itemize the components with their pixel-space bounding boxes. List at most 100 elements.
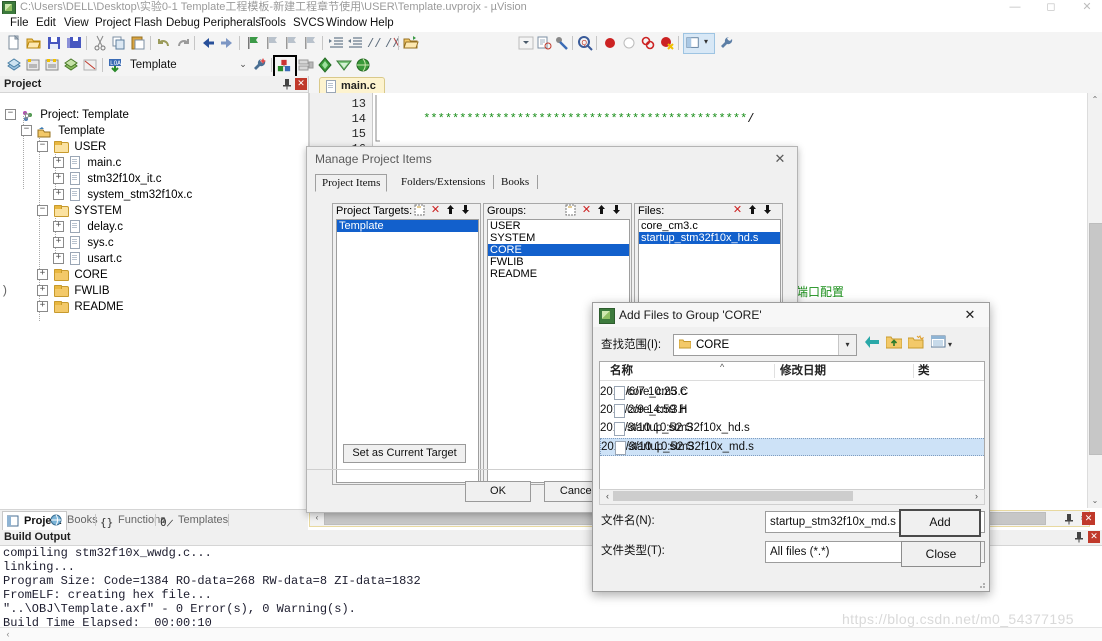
close-icon[interactable]: ✕ xyxy=(953,305,987,325)
menu-help[interactable]: Help xyxy=(363,14,401,32)
expander-icon[interactable]: − xyxy=(5,109,16,121)
pin-icon[interactable] xyxy=(1073,531,1085,543)
file-row-selected[interactable]: startup_stm32f10x_md.s 2011/3/10 10:52 S xyxy=(600,438,984,456)
move-up-icon[interactable] xyxy=(444,204,457,217)
pin-icon[interactable] xyxy=(281,78,293,90)
translate-icon[interactable] xyxy=(6,57,22,73)
target-select-value[interactable]: Template xyxy=(130,56,177,74)
undo-icon[interactable] xyxy=(156,35,172,51)
bookmark-toggle-icon[interactable] xyxy=(245,35,261,51)
comment-icon[interactable]: // xyxy=(366,35,382,51)
column-type[interactable]: 类 xyxy=(918,362,930,380)
move-down-icon[interactable] xyxy=(459,204,472,217)
move-up-icon[interactable] xyxy=(595,204,608,217)
copy-icon[interactable] xyxy=(111,35,127,51)
tree-item-user[interactable]: − USER xyxy=(37,140,106,155)
breakpoint-clear-icon[interactable] xyxy=(640,35,656,51)
file-row[interactable]: core_cm3.c 2010/6/7 10:25 C xyxy=(600,384,984,400)
column-date-modified[interactable]: 修改日期 xyxy=(780,362,826,380)
breakpoint-kill-icon[interactable] xyxy=(659,35,675,51)
expander-icon[interactable]: + xyxy=(53,173,64,185)
close-button[interactable]: Close xyxy=(901,541,981,567)
list-item[interactable]: SYSTEM xyxy=(488,232,629,244)
debug-settings-icon[interactable] xyxy=(554,35,570,51)
navigate-forward-icon[interactable] xyxy=(219,35,235,51)
stop-build-icon[interactable] xyxy=(82,57,98,73)
close-icon[interactable]: ✕ xyxy=(1082,512,1095,525)
minimize-button[interactable]: — xyxy=(1000,0,1030,14)
scroll-left-button[interactable]: ‹ xyxy=(602,490,613,502)
close-button[interactable]: ✕ xyxy=(1072,0,1102,14)
expander-icon[interactable]: + xyxy=(53,221,64,233)
list-item[interactable]: startup_stm32f10x_hd.s xyxy=(639,232,780,244)
tab-project-items[interactable]: Project Items xyxy=(315,174,388,192)
delete-icon[interactable]: ✕ xyxy=(731,204,744,217)
list-item[interactable]: core_cm3.c xyxy=(639,220,780,232)
new-file-icon[interactable] xyxy=(6,35,22,51)
pack-installer-icon[interactable] xyxy=(336,57,352,73)
new-item-icon[interactable] xyxy=(413,204,426,217)
save-all-icon[interactable] xyxy=(66,35,82,51)
breakpoint-disable-icon[interactable] xyxy=(621,35,637,51)
resize-grip[interactable] xyxy=(975,578,987,590)
expander-icon[interactable]: + xyxy=(53,237,64,249)
new-item-icon[interactable] xyxy=(564,204,577,217)
list-item[interactable]: Template xyxy=(337,220,478,232)
configuration-wizard-icon[interactable] xyxy=(317,57,333,73)
bookmark-clear-icon[interactable] xyxy=(302,35,318,51)
maximize-button[interactable]: ◻ xyxy=(1036,0,1066,14)
tree-item-project[interactable]: − Project: Template xyxy=(5,108,129,123)
bookmark-next-icon[interactable] xyxy=(283,35,299,51)
ok-button[interactable]: OK xyxy=(465,481,531,502)
indent-icon[interactable] xyxy=(328,35,344,51)
open-folder-icon[interactable] xyxy=(403,35,419,51)
file-row[interactable]: startup_stm32f10x_hd.s 2011/3/10 10:52 S xyxy=(600,420,984,436)
move-down-icon[interactable] xyxy=(761,204,774,217)
scroll-thumb[interactable] xyxy=(1089,223,1102,455)
add-files-dialog[interactable]: Add Files to Group 'CORE' ✕ 查找范围(I): COR… xyxy=(592,302,990,592)
rebuild-icon[interactable] xyxy=(44,57,60,73)
expander-icon[interactable]: + xyxy=(53,157,64,169)
new-folder-icon[interactable] xyxy=(907,335,925,353)
open-file-icon[interactable] xyxy=(26,35,42,51)
tree-item-system[interactable]: − SYSTEM xyxy=(37,204,122,219)
save-icon[interactable] xyxy=(46,35,62,51)
back-arrow-icon[interactable] xyxy=(863,335,881,353)
close-icon[interactable]: ✕ xyxy=(767,150,793,168)
outdent-icon[interactable] xyxy=(347,35,363,51)
list-item[interactable]: README xyxy=(488,268,629,280)
scroll-left-button[interactable]: ‹ xyxy=(311,512,323,523)
delete-icon[interactable]: ✕ xyxy=(429,204,442,217)
list-item[interactable]: USER xyxy=(488,220,629,232)
find-in-files-icon[interactable]: Q xyxy=(577,35,593,51)
chevron-down-icon[interactable]: ⌄ xyxy=(236,56,250,73)
look-in-combobox[interactable]: CORE ▾ xyxy=(673,334,857,356)
redo-icon[interactable] xyxy=(175,35,191,51)
breakpoint-icon[interactable] xyxy=(602,35,618,51)
scroll-left-button[interactable]: ‹ xyxy=(2,628,14,640)
bookmark-prev-icon[interactable] xyxy=(264,35,280,51)
tree-item-core[interactable]: + CORE xyxy=(37,268,108,283)
tree-item-system-stm32f10x[interactable]: + system_stm32f10x.c xyxy=(53,188,192,203)
manage-runtime-env-icon[interactable] xyxy=(355,57,371,73)
file-browser-list[interactable]: 名称 ^ 修改日期 类 core_cm3.c 2010/6/7 10:25 C … xyxy=(599,361,985,491)
expander-icon[interactable]: + xyxy=(53,253,64,265)
expander-icon[interactable]: − xyxy=(21,125,32,137)
tab-templates[interactable]: 0̷ Templates xyxy=(158,511,233,529)
expander-icon[interactable]: − xyxy=(37,205,48,217)
tree-item-stm32f10x-it[interactable]: + stm32f10x_it.c xyxy=(53,172,162,187)
target-options-icon[interactable] xyxy=(252,57,268,73)
expander-icon[interactable]: + xyxy=(37,285,48,297)
view-dropdown-icon[interactable]: ▾ xyxy=(948,340,952,349)
close-icon[interactable]: ✕ xyxy=(1088,531,1100,543)
scroll-down-button[interactable]: ⌄ xyxy=(1088,494,1102,508)
move-up-icon[interactable] xyxy=(746,204,759,217)
expander-icon[interactable]: + xyxy=(37,301,48,313)
add-button[interactable]: Add xyxy=(899,509,981,537)
list-item[interactable]: CORE xyxy=(488,244,629,256)
file-row[interactable]: core_cm3.h 2011/2/9 14:59 H xyxy=(600,402,984,418)
tab-books[interactable]: Books xyxy=(495,174,535,190)
scroll-thumb[interactable] xyxy=(613,491,853,501)
build-output-scrollbar[interactable]: ‹ xyxy=(0,627,1102,641)
up-folder-icon[interactable] xyxy=(885,335,903,353)
